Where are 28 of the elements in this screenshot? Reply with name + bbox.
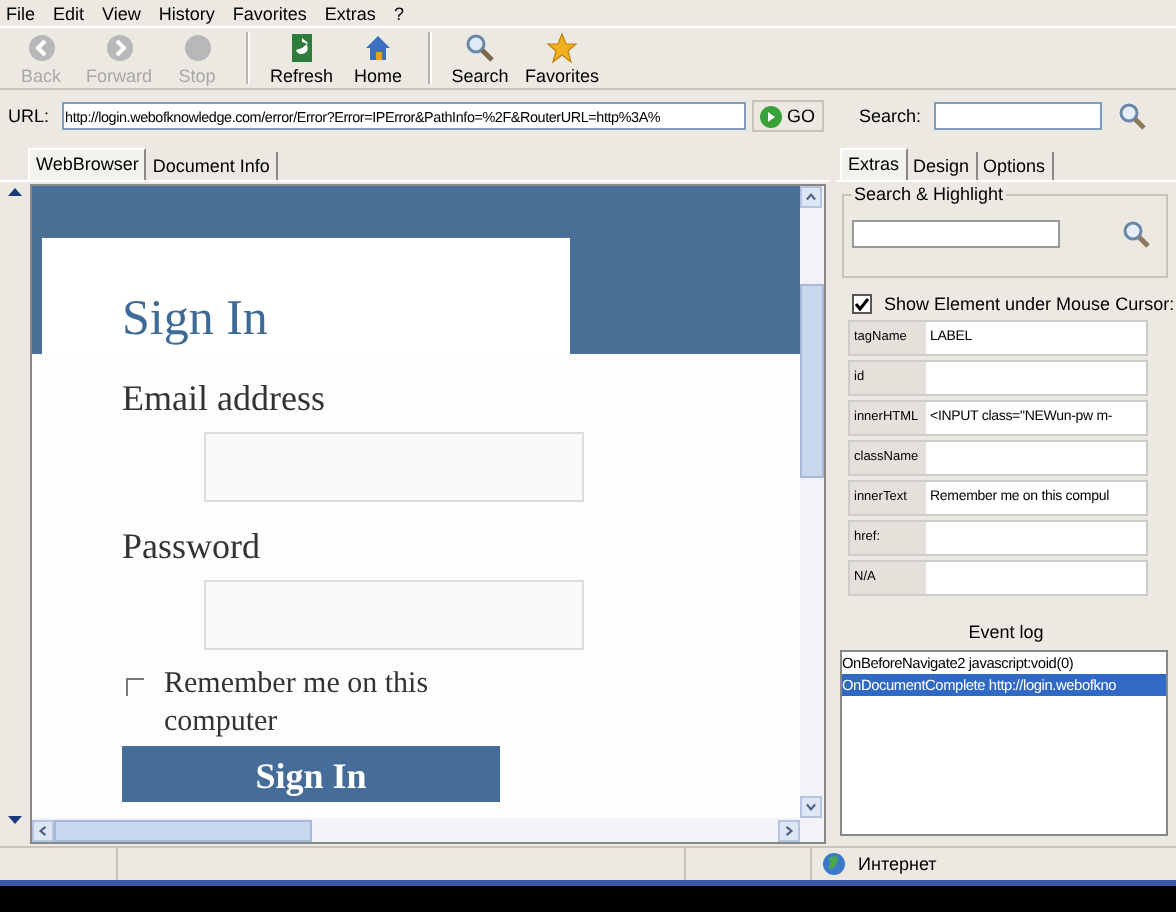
menu-item[interactable]: Favorites [232, 3, 307, 23]
tab[interactable]: Options [977, 152, 1054, 180]
status-text: Интернет [858, 854, 937, 874]
tab[interactable]: WebBrowser [28, 148, 147, 180]
checkbox-label: Remember me on this computer [164, 666, 431, 742]
toolbar-button[interactable]: Search [443, 31, 518, 85]
menu-item[interactable]: Extras [324, 3, 376, 23]
checkbox-label: Show Element under Mouse Cursor: [884, 294, 1175, 314]
toolbar-button[interactable]: Refresh [262, 31, 342, 85]
menu-item[interactable]: File [6, 3, 36, 23]
page-heading: Sign In [122, 292, 268, 346]
sign-in-button[interactable]: Sign In [122, 746, 500, 802]
log-title: Event log [966, 622, 1046, 642]
menu-item[interactable]: History [158, 3, 215, 23]
tab[interactable]: Extras [840, 148, 908, 180]
field-label: Email address [122, 378, 327, 418]
group-title: Search & Highlight [852, 184, 1006, 204]
go-button[interactable]: GO [751, 100, 824, 132]
tab[interactable]: Design [907, 152, 978, 180]
menu-item[interactable]: Edit [53, 3, 85, 23]
menu-item[interactable]: View [102, 3, 141, 23]
tab[interactable]: Document Info [146, 152, 278, 180]
field-label: Password [122, 526, 263, 566]
toolbar-button[interactable]: Favorites [517, 31, 608, 85]
menu-item[interactable]: ? [393, 3, 404, 23]
url-label: URL: [8, 106, 50, 126]
search-label: Search: [859, 106, 922, 126]
toolbar-button[interactable]: Home [341, 31, 416, 85]
